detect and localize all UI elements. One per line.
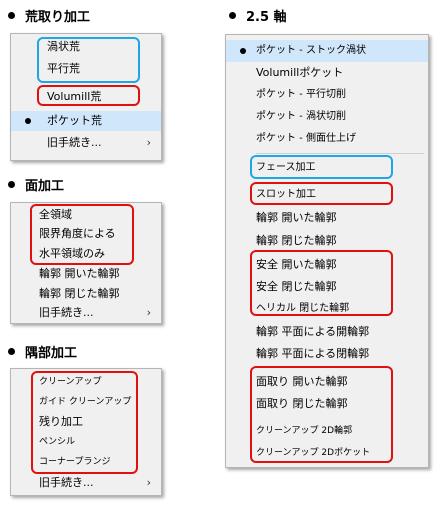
menu-item-pocket-stock-spiral[interactable]: ポケット - ストック渦状 [226, 40, 428, 62]
submenu-arrow-icon: › [146, 136, 151, 149]
menu-item-legacy-procedures[interactable]: 旧手続き... › [11, 133, 161, 153]
menu-separator [256, 153, 424, 154]
menu-item-contour-plane-closed[interactable]: 輪郭 平面による閉輪郭 [226, 344, 428, 364]
menu-item-contour-open[interactable]: 輪郭 開いた輪郭 [11, 264, 161, 284]
bullet-icon [8, 12, 15, 19]
menu-item-legacy-procedures[interactable]: 旧手続き... › [11, 473, 161, 493]
heading-2-5-axis: 2.5 軸 [229, 6, 287, 25]
menu-item-volumill-pocket[interactable]: Volumillポケット [226, 63, 428, 83]
submenu-arrow-icon: › [146, 476, 151, 489]
highlight-box-red [250, 182, 393, 205]
highlight-box-red [31, 371, 138, 474]
highlight-box-blue [37, 37, 140, 83]
heading-face-machining: 面加工 [8, 175, 64, 194]
menu-item-legacy-procedures[interactable]: 旧手続き... › [11, 303, 161, 323]
selected-dot-icon [25, 118, 31, 124]
highlight-box-red [37, 85, 140, 106]
menu-item-pocket-spiral[interactable]: ポケット - 渦状切削 [226, 107, 428, 127]
heading-label: 面加工 [25, 179, 65, 194]
heading-rough-machining: 荒取り加工 [8, 6, 90, 25]
menu-item-contour-plane-open[interactable]: 輪郭 平面による開輪郭 [226, 322, 428, 342]
heading-corner-machining: 隅部加工 [8, 342, 77, 361]
highlight-box-red [250, 366, 393, 463]
selected-dot-icon [240, 48, 246, 54]
bullet-icon [229, 12, 236, 19]
highlight-box-red [30, 204, 134, 265]
heading-label: 2.5 軸 [246, 10, 287, 25]
menu-item-contour-closed[interactable]: 輪郭 閉じた輪郭 [226, 231, 428, 251]
heading-label: 隅部加工 [25, 346, 78, 361]
menu-item-pocket-parallel[interactable]: ポケット - 平行切削 [226, 85, 428, 105]
submenu-arrow-icon: › [146, 306, 151, 319]
heading-label: 荒取り加工 [25, 10, 91, 25]
menu-item-pocket-side-finish[interactable]: ポケット - 側面仕上げ [226, 129, 428, 149]
menu-item-contour-closed[interactable]: 輪郭 閉じた輪郭 [11, 284, 161, 304]
menu-item-pocket-rough[interactable]: ポケット荒 [11, 111, 161, 131]
highlight-box-red [250, 250, 393, 316]
bullet-icon [8, 181, 15, 188]
bullet-icon [8, 348, 15, 355]
highlight-box-blue [250, 155, 393, 179]
menu-item-contour-open[interactable]: 輪郭 開いた輪郭 [226, 208, 428, 228]
